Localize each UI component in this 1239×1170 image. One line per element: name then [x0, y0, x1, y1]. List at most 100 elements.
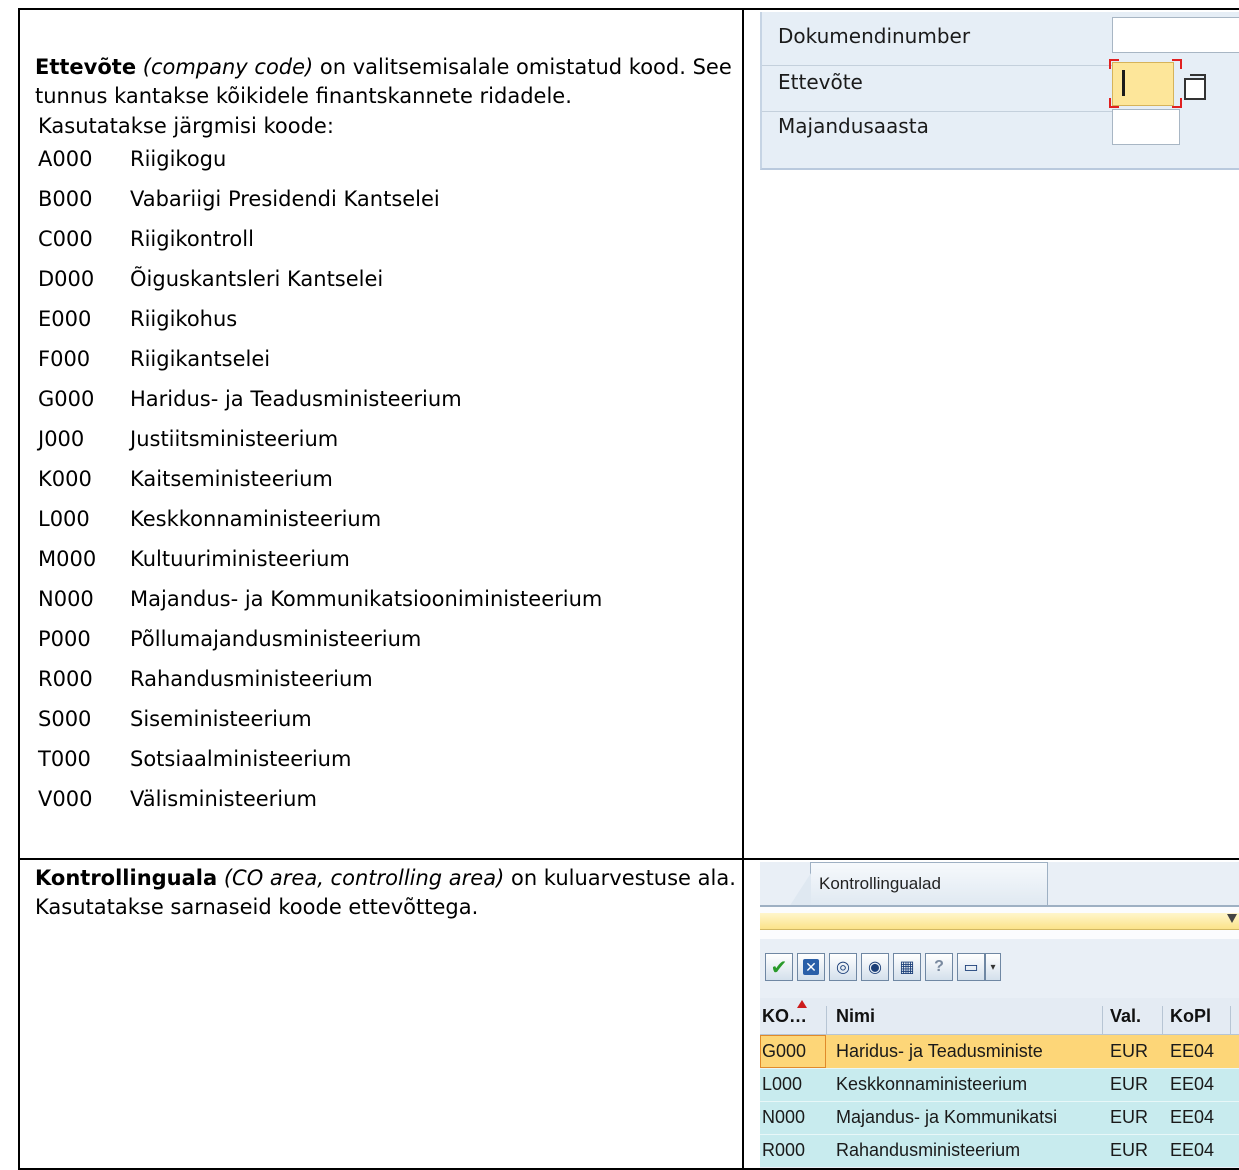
codes-intro: Kasutatakse järgmisi koode: — [38, 114, 334, 138]
co-area-text: Kontrollinguala (CO area, controlling ar… — [20, 860, 742, 922]
row-name: Majandus- ja Kommunikatsi — [836, 1107, 1058, 1127]
co-area-description-cell: Kontrollinguala (CO area, controlling ar… — [18, 858, 744, 1170]
code-name: Kaitseministeerium — [130, 467, 333, 491]
list-item: C000 Riigikontroll — [35, 225, 742, 265]
column-header-code[interactable]: KO… — [762, 1006, 807, 1027]
sap-co-area-list: Kontrollingualad ✔ ✕ ◎ ◉ ▦ ? ▭ ▾ KO… Nim… — [760, 862, 1239, 1168]
list-item: B000 Vabariigi Presidendi Kantselei — [35, 185, 742, 225]
focus-corner — [1172, 59, 1182, 69]
row-currency: EUR — [1110, 1074, 1149, 1094]
table-row[interactable]: N000 Majandus- ja Kommunikatsi EUR EE04 — [760, 1101, 1239, 1134]
tab-label: Kontrollingualad — [819, 874, 941, 893]
co-area-term-en: (CO area, controlling area) — [223, 866, 505, 890]
code-name: Riigikontroll — [130, 227, 254, 251]
filter-icon[interactable]: ▦ — [893, 953, 921, 981]
list-item: P000 Põllumajandusministeerium — [35, 625, 742, 665]
row-code: L000 — [762, 1074, 803, 1094]
row-chart-of-accounts: EE04 — [1170, 1041, 1215, 1061]
code-value: D000 — [38, 267, 95, 291]
list-item: J000 Justiitsministeerium — [35, 425, 742, 465]
code-name: Kultuuriministeerium — [130, 547, 350, 571]
company-code-term-en: (company code) — [142, 55, 314, 79]
co-area-term: Kontrollinguala — [35, 866, 218, 890]
list-item: S000 Siseministeerium — [35, 705, 742, 745]
code-name: Põllumajandusministeerium — [130, 627, 422, 651]
check-icon[interactable]: ✔ — [765, 953, 793, 981]
codes-list: A000 Riigikogu B000 Vabariigi Presidendi Ka… — [35, 145, 742, 825]
list-item: E000 Riigikohus — [35, 305, 742, 345]
company-code-paragraph: Ettevõte (company code) on valitsemisala… — [35, 53, 742, 111]
sap-selection-form: Dokumendinumber Ettevõte Majandusaasta — [760, 12, 1239, 170]
row-chart-of-accounts: EE04 — [1170, 1074, 1215, 1094]
code-name: Sotsiaalministeerium — [130, 747, 352, 771]
code-name: Siseministeerium — [130, 707, 312, 731]
find-icon[interactable]: ◎ — [829, 953, 857, 981]
list-item: A000 Riigikogu — [35, 145, 742, 185]
code-value: P000 — [38, 627, 91, 651]
print-options-chevron-icon[interactable]: ▾ — [985, 953, 1001, 981]
find-next-icon[interactable]: ◉ — [861, 953, 889, 981]
code-name: Riigikohus — [130, 307, 238, 331]
list-toolbar: ✔ ✕ ◎ ◉ ▦ ? ▭ ▾ — [760, 940, 1239, 996]
row-name: Keskkonnaministeerium — [836, 1074, 1028, 1094]
list-item: F000 Riigikantselei — [35, 345, 742, 385]
fiscal-year-input[interactable] — [1112, 109, 1180, 145]
code-value: A000 — [38, 147, 93, 171]
column-header-currency[interactable]: Val. — [1110, 1006, 1141, 1027]
code-name: Õiguskantsleri Kantselei — [130, 267, 384, 291]
code-name: Majandus- ja Kommunikatsiooniministeeriu… — [130, 587, 603, 611]
row-name: Haridus- ja Teadusministe — [836, 1041, 1043, 1061]
list-item: K000 Kaitseministeerium — [35, 465, 742, 505]
code-name: Riigikogu — [130, 147, 227, 171]
column-header-name[interactable]: Nimi — [836, 1006, 875, 1027]
fiscal-year-label: Majandusaasta — [778, 114, 929, 138]
table-row[interactable]: R000 Rahandusministeerium EUR EE04 — [760, 1134, 1239, 1167]
chevron-down-icon[interactable] — [1227, 914, 1237, 923]
company-code-term: Ettevõte — [35, 55, 137, 79]
row-separator — [760, 1134, 1239, 1135]
print-icon[interactable]: ▭ — [957, 953, 985, 981]
code-value: E000 — [38, 307, 92, 331]
code-value: C000 — [38, 227, 93, 251]
code-value: N000 — [38, 587, 94, 611]
list-item: L000 Keskkonnaministeerium — [35, 505, 742, 545]
cancel-icon[interactable]: ✕ — [797, 953, 825, 981]
code-name: Välisministeerium — [130, 787, 317, 811]
tab-controlling-areas[interactable]: Kontrollingualad — [789, 862, 1048, 907]
code-value: S000 — [38, 707, 92, 731]
info-icon[interactable]: ? — [925, 953, 953, 981]
table-row[interactable]: G000 Haridus- ja Teadusministe EUR EE04 — [760, 1035, 1239, 1068]
row-currency: EUR — [1110, 1107, 1149, 1127]
row-code: R000 — [762, 1140, 806, 1160]
list-item: N000 Majandus- ja Kommunikatsiooniministe… — [35, 585, 742, 625]
list-item: V000 Välisministeerium — [35, 785, 742, 825]
table-row[interactable]: L000 Keskkonnaministeerium EUR EE04 — [760, 1068, 1239, 1101]
focus-corner — [1172, 98, 1182, 108]
code-value: G000 — [38, 387, 95, 411]
row-separator — [760, 1068, 1239, 1069]
row-name: Rahandusministeerium — [836, 1140, 1021, 1160]
document-number-input[interactable] — [1112, 17, 1239, 53]
sort-ascending-icon — [797, 1000, 807, 1008]
row-currency: EUR — [1110, 1140, 1149, 1160]
row-separator — [760, 1101, 1239, 1102]
row-chart-of-accounts: EE04 — [1170, 1140, 1215, 1160]
list-item: M000 Kultuuriministeerium — [35, 545, 742, 585]
value-help-icon[interactable] — [1184, 74, 1206, 100]
code-name: Justiitsministeerium — [130, 427, 339, 451]
focus-corner — [1109, 59, 1119, 69]
text-cursor — [1122, 70, 1125, 96]
document-number-label: Dokumendinumber — [778, 24, 971, 48]
company-code-label: Ettevõte — [778, 70, 863, 94]
column-header-chart-of-accounts[interactable]: KoPl — [1170, 1006, 1211, 1027]
code-value: J000 — [38, 427, 85, 451]
company-code-text: Ettevõte (company code) on valitsemisala… — [20, 10, 742, 825]
code-value: B000 — [38, 187, 93, 211]
row-code: N000 — [762, 1107, 806, 1127]
restriction-bar[interactable] — [760, 913, 1239, 930]
code-value: F000 — [38, 347, 91, 371]
list-item: R000 Rahandusministeerium — [35, 665, 742, 705]
code-value: V000 — [38, 787, 93, 811]
row-chart-of-accounts: EE04 — [1170, 1107, 1215, 1127]
code-name: Rahandusministeerium — [130, 667, 373, 691]
